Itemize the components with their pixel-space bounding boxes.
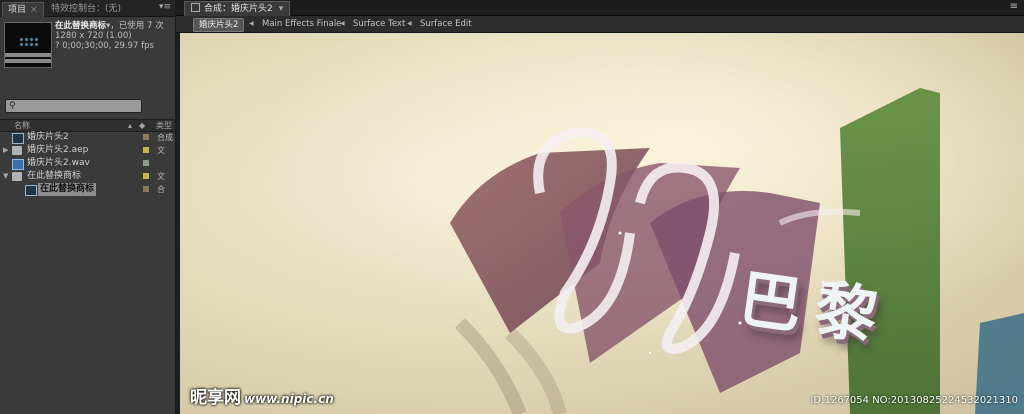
sort-icon[interactable]: ▴	[128, 120, 132, 131]
rendered-frame	[180, 33, 1024, 414]
tab-project[interactable]: 项目 ×	[2, 2, 44, 17]
audio-file-icon	[12, 159, 24, 170]
breadcrumb-item-current[interactable]: 婚庆片头2	[193, 18, 245, 32]
tab-effects-label: 特效控制台：(无)	[51, 4, 122, 14]
label-tag-icon[interactable]: ◆	[139, 120, 145, 131]
composition-icon	[12, 133, 24, 144]
thumbnail-stripe	[5, 53, 51, 57]
item-type: 合成	[157, 133, 173, 142]
close-icon[interactable]: ×	[30, 5, 38, 15]
arrow-left-icon: ◀	[340, 20, 345, 27]
panel-menu-icon[interactable]: ▾≡	[159, 2, 171, 12]
sparkle	[648, 351, 652, 355]
item-label: 婚庆片头2.wav	[27, 158, 90, 168]
item-thumbnail	[4, 22, 52, 68]
composition-tab-label: 合成：婚庆片头2	[204, 4, 273, 14]
breadcrumb-item[interactable]: Main Effects Finale	[262, 16, 341, 32]
breadcrumb-item[interactable]: Surface Text	[353, 16, 405, 32]
composition-tab-bar: 合成：婚庆片头2 ▾ ≡	[176, 0, 1024, 16]
composition-viewport[interactable]: 巴黎 昵享网 www.nipic.cn	[180, 33, 1024, 414]
tab-composition[interactable]: 合成：婚庆片头2 ▾	[184, 1, 291, 16]
list-item[interactable]: ▼ 在此替换商标 文	[0, 170, 175, 183]
lock-icon[interactable]	[191, 3, 200, 12]
tab-effects-controls[interactable]: 特效控制台：(无)	[46, 2, 126, 16]
list-item-selected[interactable]: 在此替换商标 合	[0, 183, 175, 196]
green-block	[840, 88, 940, 414]
label-color-swatch[interactable]	[143, 134, 149, 140]
composition-icon	[25, 185, 37, 196]
composition-panel: 合成：婚庆片头2 ▾ ≡ 婚庆片头2 ◀ Main Effects Finale …	[176, 0, 1024, 414]
item-duration: ? 0;00;30;00, 29.97 fps	[55, 41, 154, 51]
search-input[interactable]: ⚲	[5, 99, 142, 113]
list-item[interactable]: ▶ 婚庆片头2.aep 文	[0, 144, 175, 157]
label-color-swatch[interactable]	[143, 160, 149, 166]
thumbnail-preview	[19, 37, 39, 47]
watermark-url: www.nipic.cn	[244, 392, 334, 406]
item-name: 在此替换商标	[55, 21, 107, 31]
item-dimensions: 1280 x 720 (1.00)	[55, 31, 132, 41]
arrow-left-icon: ◀	[249, 20, 254, 27]
item-usage: ，已使用 7 次	[110, 21, 164, 31]
item-type: 合	[157, 185, 165, 194]
arrow-left-icon: ◀	[407, 20, 412, 27]
watermark-id: ID:1267054 NO:20130825224532021310	[810, 395, 1018, 406]
twirl-icon[interactable]: ▼	[3, 170, 8, 183]
project-panel: 项目 × 特效控制台：(无) ▾≡ 在此替换商标▾，已使用 7 次 1280 x …	[0, 0, 176, 414]
item-type: 文	[157, 172, 165, 181]
project-tab-bar: 项目 × 特效控制台：(无) ▾≡	[0, 0, 175, 17]
item-label: 婚庆片头2	[27, 132, 69, 142]
breadcrumb-item[interactable]: Surface Edit	[420, 16, 472, 32]
list-item[interactable]: 婚庆片头2 合成	[0, 131, 175, 144]
folder-icon	[12, 146, 22, 155]
tab-project-label: 项目	[8, 5, 27, 15]
folder-icon	[12, 172, 22, 181]
watermark-logo: 昵享网 www.nipic.cn	[190, 383, 334, 408]
project-item-list: 婚庆片头2 合成 ▶ 婚庆片头2.aep 文 婚庆片头2.wav ▼ 在此替换商…	[0, 131, 175, 196]
search-icon: ⚲	[9, 101, 16, 111]
column-name-header[interactable]: 名称	[14, 120, 30, 131]
chevron-down-icon[interactable]: ▾	[279, 4, 284, 14]
item-label: 在此替换商标	[38, 183, 97, 196]
list-item[interactable]: 婚庆片头2.wav	[0, 157, 175, 170]
label-color-swatch[interactable]	[143, 173, 149, 179]
thumbnail-stripe	[5, 59, 51, 63]
panel-menu-icon[interactable]: ≡	[1010, 1, 1018, 12]
watermark-site: 昵享网	[190, 388, 241, 408]
breadcrumb: 婚庆片头2 ◀ Main Effects Finale ◀ Surface Te…	[176, 16, 1024, 33]
item-label: 婚庆片头2.aep	[27, 145, 89, 155]
label-color-swatch[interactable]	[143, 186, 149, 192]
twirl-icon[interactable]: ▶	[3, 144, 8, 157]
item-type: 文	[157, 146, 165, 155]
item-info: 在此替换商标▾，已使用 7 次 1280 x 720 (1.00) ? 0;00…	[55, 21, 164, 51]
sparkle	[618, 231, 622, 235]
item-label: 在此替换商标	[27, 171, 82, 181]
label-color-swatch[interactable]	[143, 147, 149, 153]
column-type-header[interactable]: 类型	[156, 120, 172, 131]
